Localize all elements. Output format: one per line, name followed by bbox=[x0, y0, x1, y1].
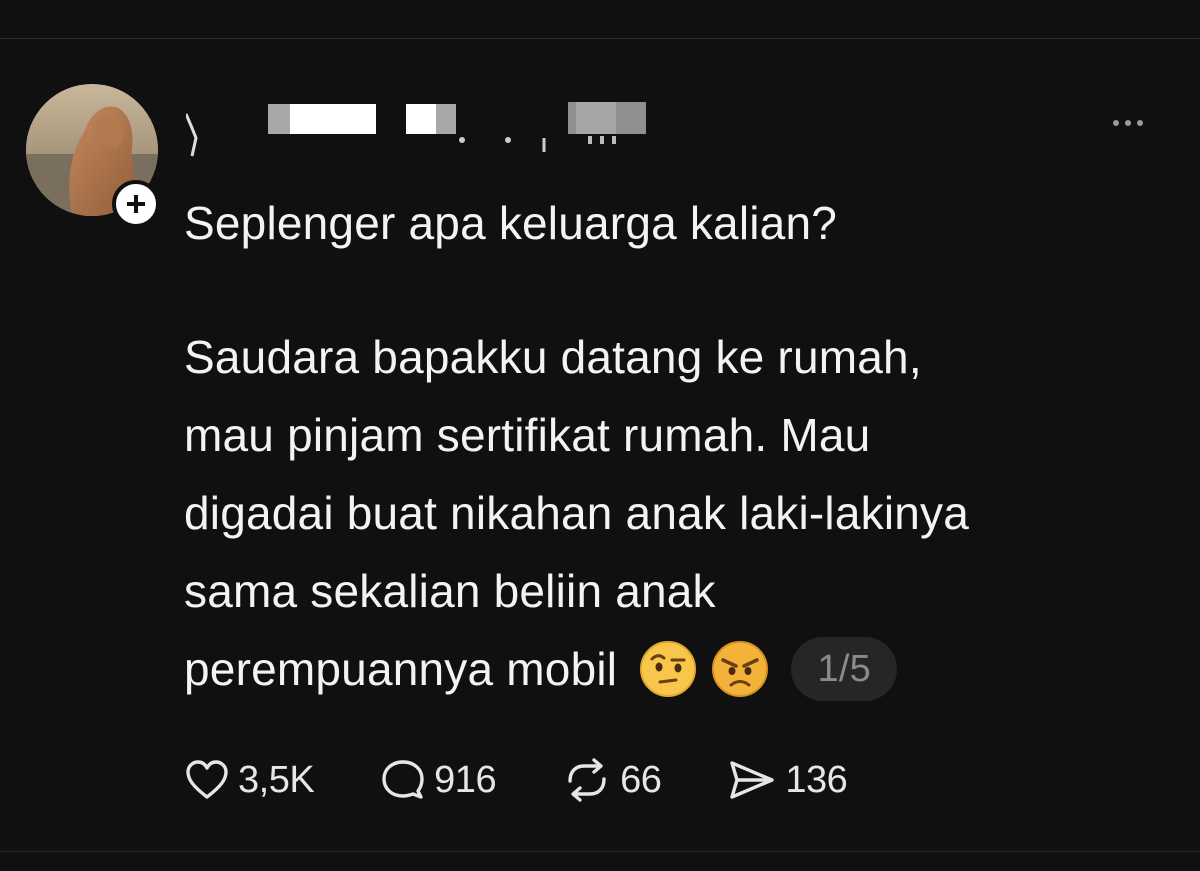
like-button[interactable]: 3,5K bbox=[184, 757, 315, 803]
reply-button[interactable]: 916 bbox=[380, 757, 497, 803]
post-body-line: mau pinjam sertifikat rumah. Mau bbox=[184, 409, 871, 461]
post-body-last-line: perempuannya mobil 1/5 bbox=[184, 630, 1184, 708]
post-body-line: digadai buat nikahan anak laki-lakinya bbox=[184, 487, 970, 539]
page-counter: 1/5 bbox=[791, 637, 898, 701]
angry-face-emoji bbox=[712, 641, 769, 697]
follow-button[interactable] bbox=[112, 180, 160, 228]
post-body: Saudara bapakku datang ke rumah, mau pin… bbox=[184, 318, 1184, 708]
repost-count: 66 bbox=[620, 758, 662, 801]
send-icon bbox=[730, 761, 775, 799]
share-count: 136 bbox=[785, 758, 848, 801]
top-divider bbox=[0, 38, 1200, 39]
username-redacted bbox=[186, 102, 646, 157]
post-title: Seplenger apa keluarga kalian? bbox=[184, 197, 838, 249]
raised-eyebrow-emoji bbox=[640, 641, 697, 697]
repost-arrows-icon bbox=[568, 758, 606, 802]
ellipsis-dot bbox=[1125, 120, 1131, 126]
like-count: 3,5K bbox=[238, 758, 315, 801]
ellipsis-dot bbox=[1137, 120, 1143, 126]
reply-count: 916 bbox=[434, 758, 497, 801]
ellipsis-icon bbox=[1113, 120, 1119, 126]
post-actions: 3,5K 916 66 136 bbox=[184, 752, 913, 808]
repost-button[interactable]: 66 bbox=[562, 757, 662, 803]
speech-bubble-icon bbox=[382, 760, 424, 799]
post-body-line: sama sekalian beliin anak bbox=[184, 565, 716, 617]
share-button[interactable]: 136 bbox=[727, 757, 848, 803]
heart-icon bbox=[186, 760, 228, 799]
more-options-button[interactable] bbox=[1100, 108, 1156, 138]
post-body-line: Saudara bapakku datang ke rumah, bbox=[184, 331, 922, 383]
post-body-line: perempuannya mobil bbox=[184, 643, 618, 695]
bottom-divider bbox=[0, 851, 1200, 852]
plus-icon bbox=[127, 195, 145, 213]
